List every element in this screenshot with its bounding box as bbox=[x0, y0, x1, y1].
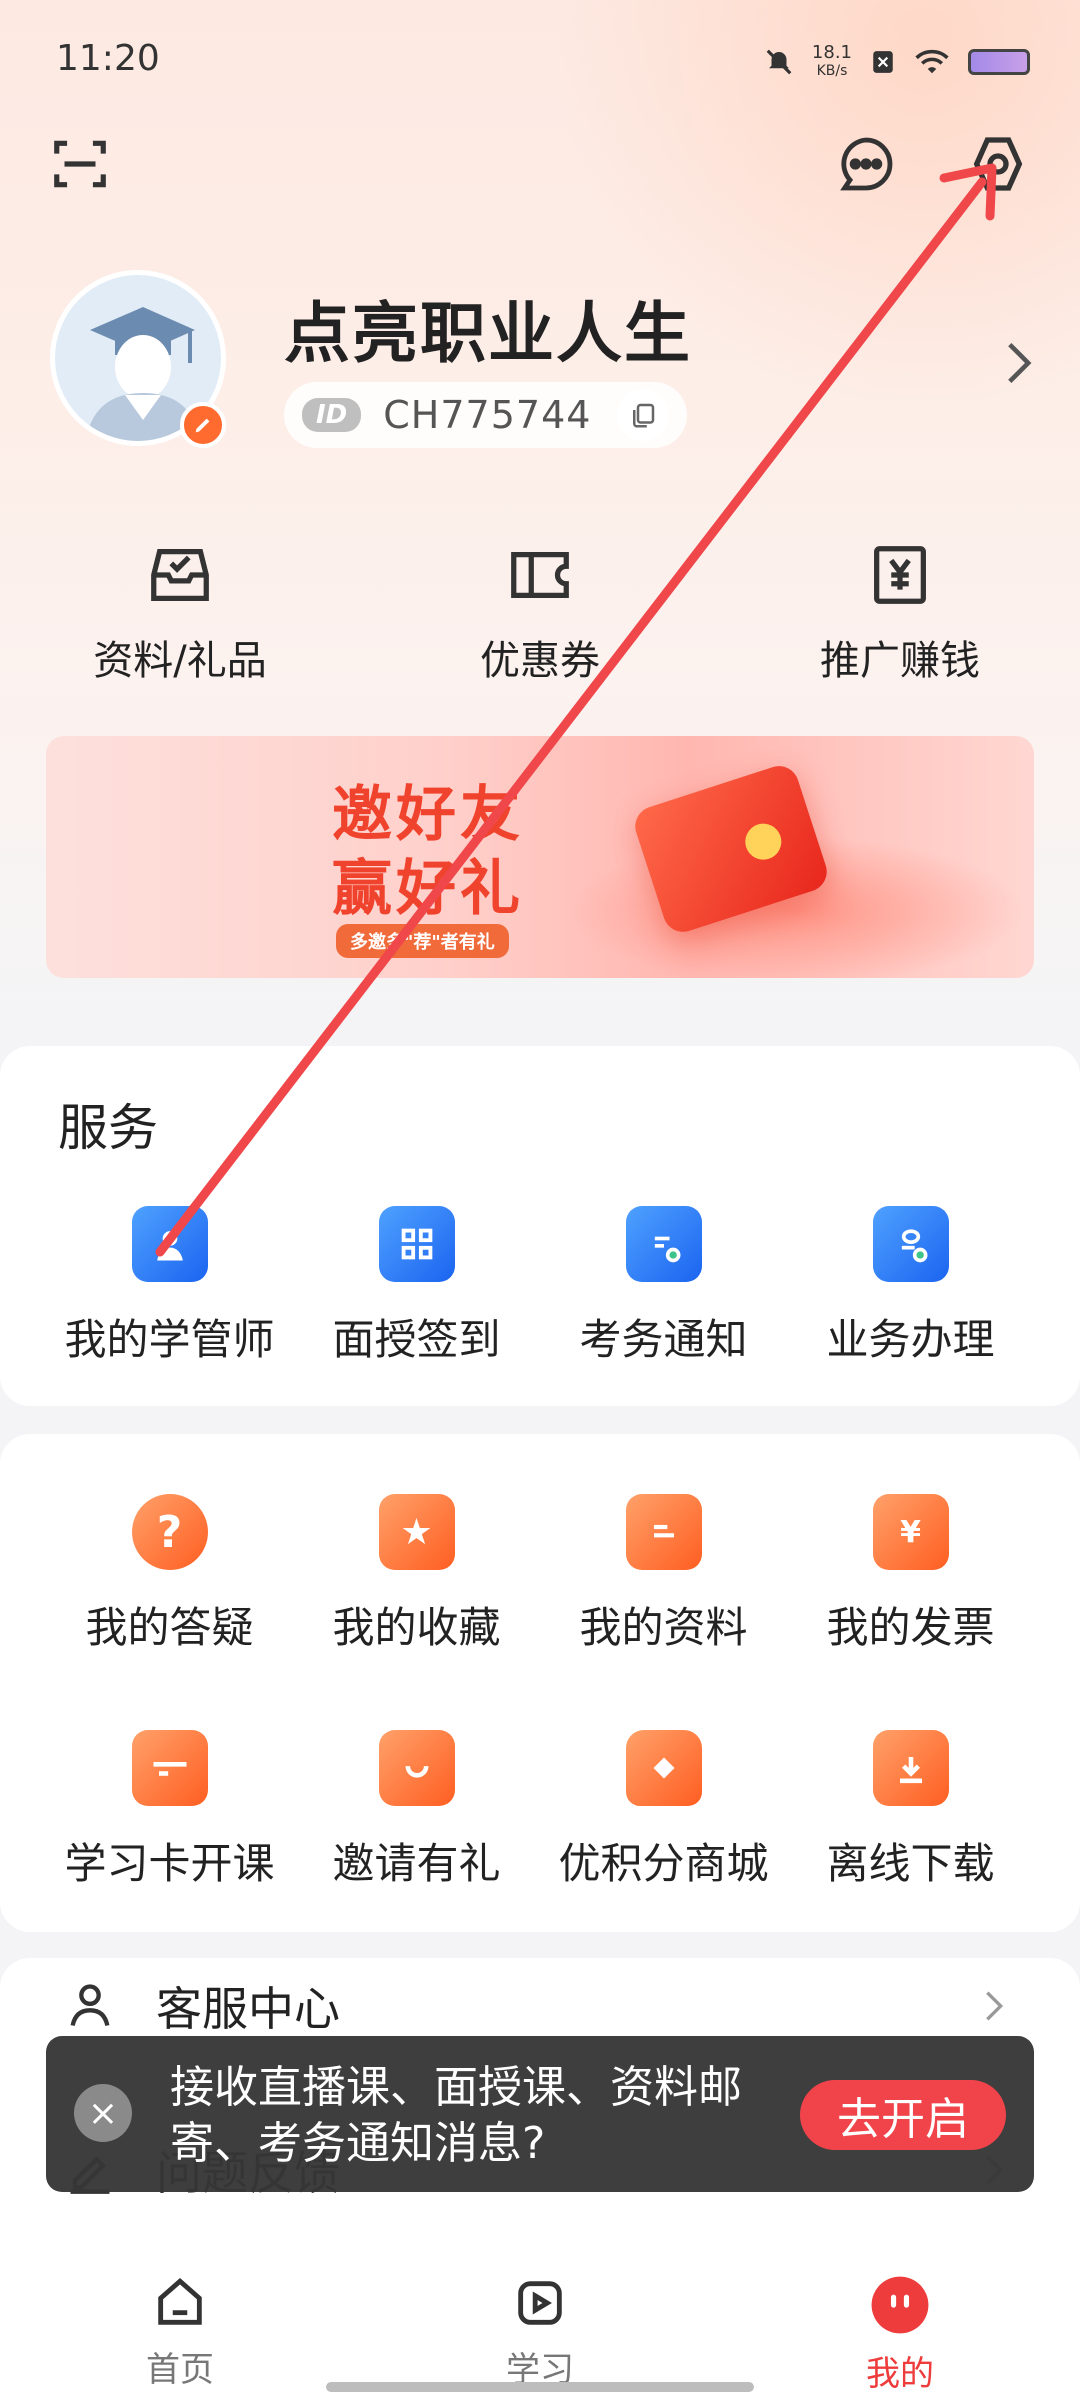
tool-my-favorites[interactable]: ★ 我的收藏 bbox=[293, 1494, 540, 1655]
edit-avatar-icon[interactable] bbox=[180, 402, 226, 448]
tool-study-card[interactable]: 学习卡开课 bbox=[46, 1730, 293, 1891]
question-bubble-icon: ? bbox=[131, 1494, 208, 1570]
tool-my-materials[interactable]: 我的资料 bbox=[540, 1494, 787, 1655]
tool-my-questions[interactable]: ? 我的答疑 bbox=[46, 1494, 293, 1655]
network-speed: 18.1 KB/s bbox=[811, 42, 852, 80]
inbox-check-icon bbox=[151, 549, 209, 601]
service-checkin[interactable]: 面授签到 bbox=[293, 1206, 540, 1367]
tool-my-invoices[interactable]: ¥ 我的发票 bbox=[787, 1494, 1034, 1655]
banner-line2: 赢好礼 bbox=[332, 854, 524, 924]
close-icon[interactable]: × bbox=[74, 2084, 132, 2142]
nav-mine[interactable]: 我的 bbox=[720, 2236, 1080, 2408]
ticket-icon bbox=[511, 551, 569, 599]
service-business[interactable]: 业务办理 bbox=[787, 1206, 1034, 1367]
download-icon bbox=[872, 1730, 949, 1806]
message-icon[interactable] bbox=[830, 128, 902, 200]
top-toolbar bbox=[0, 120, 1080, 220]
gift-basket-icon bbox=[378, 1730, 455, 1806]
quick-actions: 资料/礼品 优惠券 推广赚钱 bbox=[0, 540, 1080, 710]
qr-scan-icon bbox=[378, 1206, 455, 1282]
profile-face-icon bbox=[871, 2276, 929, 2334]
clipboard-bell-icon bbox=[625, 1206, 702, 1282]
home-indicator bbox=[326, 2382, 754, 2392]
nav-home[interactable]: 首页 bbox=[0, 2236, 360, 2408]
card-icon bbox=[131, 1730, 208, 1806]
invite-banner[interactable]: 邀好友 赢好礼 多邀多"荐"者有礼 bbox=[46, 736, 1034, 978]
service-exam-notice[interactable]: 考务通知 bbox=[540, 1206, 787, 1367]
user-id: CH775744 bbox=[383, 393, 592, 437]
document-icon bbox=[625, 1494, 702, 1570]
customer-service-icon bbox=[70, 1984, 110, 2027]
scan-icon[interactable] bbox=[44, 128, 116, 200]
services-grid: 我的学管师 面授签到 考务通知 业务办理 bbox=[0, 1206, 1080, 1367]
chevron-right-icon bbox=[986, 1991, 1004, 2021]
profile-chevron-right-icon[interactable] bbox=[1004, 340, 1034, 390]
id-badge: ID bbox=[302, 398, 362, 432]
settings-icon[interactable] bbox=[962, 128, 1034, 200]
tools-card: ? 我的答疑 ★ 我的收藏 我的资料 ¥ 我的发票 学习卡开课 邀请有礼 优积分… bbox=[0, 1434, 1080, 1932]
folder-star-icon: ★ bbox=[378, 1494, 455, 1570]
notification-toast: × 接收直播课、面授课、资料邮寄、考务通知消息? 去开启 bbox=[46, 2036, 1034, 2192]
yuan-doc-icon bbox=[874, 546, 926, 604]
battery-icon bbox=[968, 49, 1030, 75]
tool-offline-download[interactable]: 离线下载 bbox=[787, 1730, 1034, 1891]
invoice-icon: ¥ bbox=[872, 1494, 949, 1570]
status-time: 11:20 bbox=[56, 38, 160, 79]
toast-message: 接收直播课、面授课、资料邮寄、考务通知消息? bbox=[170, 2062, 742, 2169]
wifi-icon bbox=[915, 49, 949, 74]
doc-user-icon bbox=[872, 1206, 949, 1282]
services-title: 服务 bbox=[58, 1099, 158, 1157]
tool-points-mall[interactable]: 优积分商城 bbox=[540, 1730, 787, 1891]
status-bar: 11:20 18.1 KB/s bbox=[0, 0, 1080, 120]
play-book-icon bbox=[518, 2281, 562, 2325]
menu-customer-service[interactable]: 客服中心 bbox=[64, 1966, 1014, 2046]
tool-invite-gift[interactable]: 邀请有礼 bbox=[293, 1730, 540, 1891]
banner-tagline: 多邀多"荐"者有礼 bbox=[336, 924, 509, 958]
sim-icon bbox=[873, 51, 893, 73]
tools-grid-row1: ? 我的答疑 ★ 我的收藏 我的资料 ¥ 我的发票 bbox=[0, 1494, 1080, 1655]
quick-action-promote[interactable]: 推广赚钱 bbox=[720, 540, 1080, 710]
teacher-icon bbox=[131, 1206, 208, 1282]
user-name: 点亮职业人生 bbox=[284, 295, 692, 372]
quick-action-materials[interactable]: 资料/礼品 bbox=[0, 540, 360, 710]
status-icons: 18.1 KB/s bbox=[764, 44, 1030, 80]
service-my-tutor[interactable]: 我的学管师 bbox=[46, 1206, 293, 1367]
home-icon bbox=[158, 2278, 202, 2325]
user-id-pill: ID CH775744 bbox=[284, 382, 688, 448]
enable-notifications-button[interactable]: 去开启 bbox=[800, 2080, 1006, 2150]
services-card: 服务 我的学管师 面授签到 考务通知 业务办理 bbox=[0, 1046, 1080, 1406]
shopping-bag-icon bbox=[625, 1730, 702, 1806]
copy-icon[interactable] bbox=[617, 389, 670, 441]
quick-action-coupons[interactable]: 优惠券 bbox=[360, 540, 720, 710]
bell-off-icon bbox=[766, 49, 792, 75]
tools-grid-row2: 学习卡开课 邀请有礼 优积分商城 离线下载 bbox=[0, 1730, 1080, 1891]
